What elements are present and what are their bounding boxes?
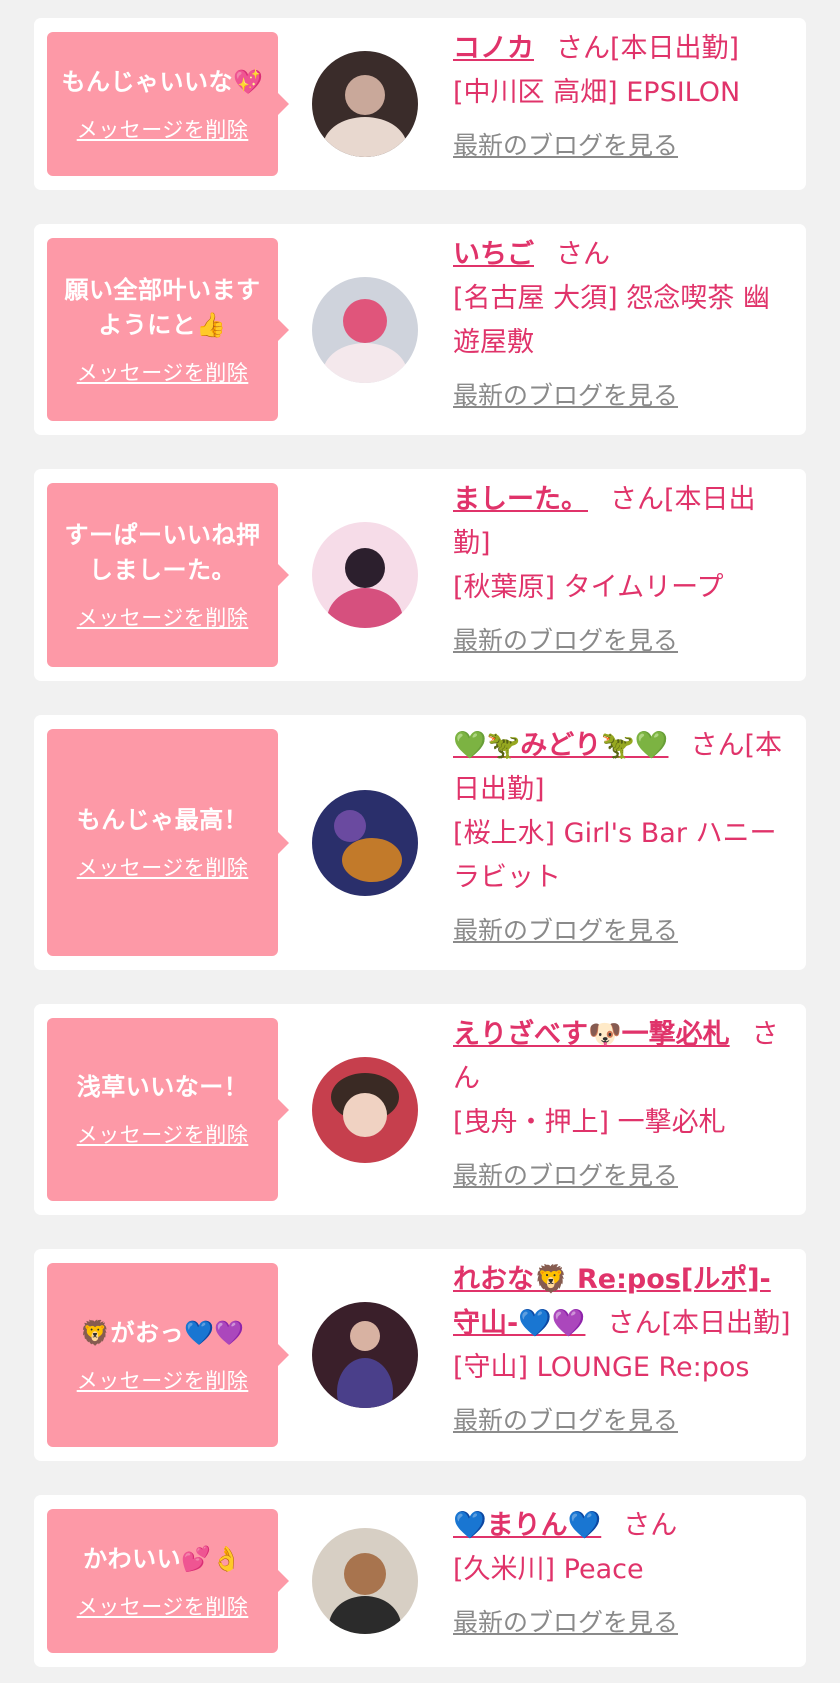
list-item: もんじゃ最高！ メッセージを削除 💚🦖みどり🦖💚 さん[本日出勤] [桜上水] G… [34,715,806,970]
girl-name-link[interactable]: 💚🦖みどり🦖💚 [453,730,668,761]
profile-info: いちご さん [名古屋 大須] 怨念喫茶 幽遊屋敷 最新のブログを見る [453,233,792,418]
message-bubble: 浅草いいなー！ メッセージを削除 [47,1018,289,1201]
profile-info: 💙まりん💙 さん [久米川] Peace 最新のブログを見る [453,1504,792,1645]
girl-name-link[interactable]: 💙まりん💙 [453,1510,601,1541]
shop-info: [秋葉原] タイムリープ [453,572,724,603]
avatar-image [312,1528,418,1634]
shop-info: [曳舟・押上] 一撃必札 [453,1107,726,1138]
message-bubble: 願い全部叶いますようにと👍 メッセージを削除 [47,238,289,421]
avatar-image [312,51,418,157]
delete-message-link[interactable]: メッセージを削除 [77,1119,249,1149]
delete-message-link[interactable]: メッセージを削除 [77,357,249,387]
honorific-status: さん[本日出勤] [556,33,740,64]
delete-message-link[interactable]: メッセージを削除 [77,852,249,882]
message-text: すーぱーいいね押しましーた。 [64,521,261,584]
latest-blog-link[interactable]: 最新のブログを見る [453,374,678,418]
message-bubble: かわいい💕👌 メッセージを削除 [47,1509,289,1653]
profile-info: れおな🦁 Re:pos[ルポ]-守山-💙💜 さん[本日出勤] [守山] LOUNG… [453,1258,792,1443]
latest-blog-link[interactable]: 最新のブログを見る [453,1399,678,1443]
shop-info: [桜上水] Girl's Bar ハニーラビット [453,818,777,893]
honorific-status: さん [556,239,610,270]
delete-message-link[interactable]: メッセージを削除 [77,114,249,144]
profile-info: 💚🦖みどり🦖💚 さん[本日出勤] [桜上水] Girl's Bar ハニーラビット… [453,724,792,953]
delete-message-link[interactable]: メッセージを削除 [77,1591,249,1621]
shop-info: [名古屋 大須] 怨念喫茶 幽遊屋敷 [453,283,770,358]
delete-message-link[interactable]: メッセージを削除 [77,602,249,632]
avatar-image [312,276,418,383]
message-text: 願い全部叶いますようにと👍 [64,275,261,339]
latest-blog-link[interactable]: 最新のブログを見る [453,1154,678,1198]
message-text: 浅草いいなー！ [76,1073,249,1101]
avatar[interactable] [312,789,418,896]
delete-message-link[interactable]: メッセージを削除 [77,1365,249,1395]
message-text: もんじゃ最高！ [76,806,249,834]
avatar-image [312,789,418,896]
profile-info: えりざべす🐶一撃必札 さん [曳舟・押上] 一撃必札 最新のブログを見る [453,1013,792,1198]
list-item: もんじゃいいな💖 メッセージを削除 コノカ さん[本日出勤] [中川区 高畑] E… [34,18,806,190]
honorific-status: さん[本日出勤] [607,1308,791,1339]
list-item: すーぱーいいね押しましーた。 メッセージを削除 ましーた。 さん[本日出勤] [秋… [34,469,806,681]
avatar[interactable] [312,276,418,383]
message-bubble: すーぱーいいね押しましーた。 メッセージを削除 [47,483,289,667]
girl-name-link[interactable]: ましーた。 [453,484,588,515]
avatar-image [312,1056,418,1163]
message-bubble: もんじゃいいな💖 メッセージを削除 [47,32,289,176]
latest-blog-link[interactable]: 最新のブログを見る [453,909,678,953]
honorific-status: さん [623,1510,678,1541]
list-item: 願い全部叶いますようにと👍 メッセージを削除 いちご さん [名古屋 大須] 怨念… [34,224,806,435]
message-bubble: 🦁がおっ💙💜 メッセージを削除 [47,1263,289,1447]
shop-info: [中川区 高畑] EPSILON [453,77,741,108]
list-item: 🦁がおっ💙💜 メッセージを削除 れおな🦁 Re:pos[ルポ]-守山-💙💜 さん[… [34,1249,806,1461]
avatar[interactable] [312,1528,418,1634]
message-text: かわいい💕👌 [83,1544,242,1573]
profile-info: ましーた。 さん[本日出勤] [秋葉原] タイムリープ 最新のブログを見る [453,478,792,663]
girl-name-link[interactable]: いちご [453,239,534,270]
profile-info: コノカ さん[本日出勤] [中川区 高畑] EPSILON 最新のブログを見る [453,27,792,168]
message-text: 🦁がおっ💙💜 [80,1318,245,1347]
message-text: もんじゃいいな💖 [61,67,264,96]
avatar[interactable] [312,1056,418,1163]
avatar[interactable] [312,51,418,157]
avatar-image [312,522,418,628]
latest-blog-link[interactable]: 最新のブログを見る [453,619,678,663]
shop-info: [久米川] Peace [453,1554,644,1585]
message-bubble: もんじゃ最高！ メッセージを削除 [47,729,289,956]
girl-name-link[interactable]: コノカ [453,33,534,64]
list-item: 浅草いいなー！ メッセージを削除 えりざべす🐶一撃必札 さん [曳舟・押上] 一撃… [34,1004,806,1215]
avatar[interactable] [312,1302,418,1408]
avatar-image [312,1302,418,1408]
avatar[interactable] [312,522,418,628]
favorite-list: もんじゃいいな💖 メッセージを削除 コノカ さん[本日出勤] [中川区 高畑] E… [0,0,840,1667]
latest-blog-link[interactable]: 最新のブログを見る [453,124,678,168]
latest-blog-link[interactable]: 最新のブログを見る [453,1601,678,1645]
list-item: かわいい💕👌 メッセージを削除 💙まりん💙 さん [久米川] Peace 最新のブ… [34,1495,806,1667]
shop-info: [守山] LOUNGE Re:pos [453,1352,750,1383]
girl-name-link[interactable]: えりざべす🐶一撃必札 [453,1019,730,1050]
